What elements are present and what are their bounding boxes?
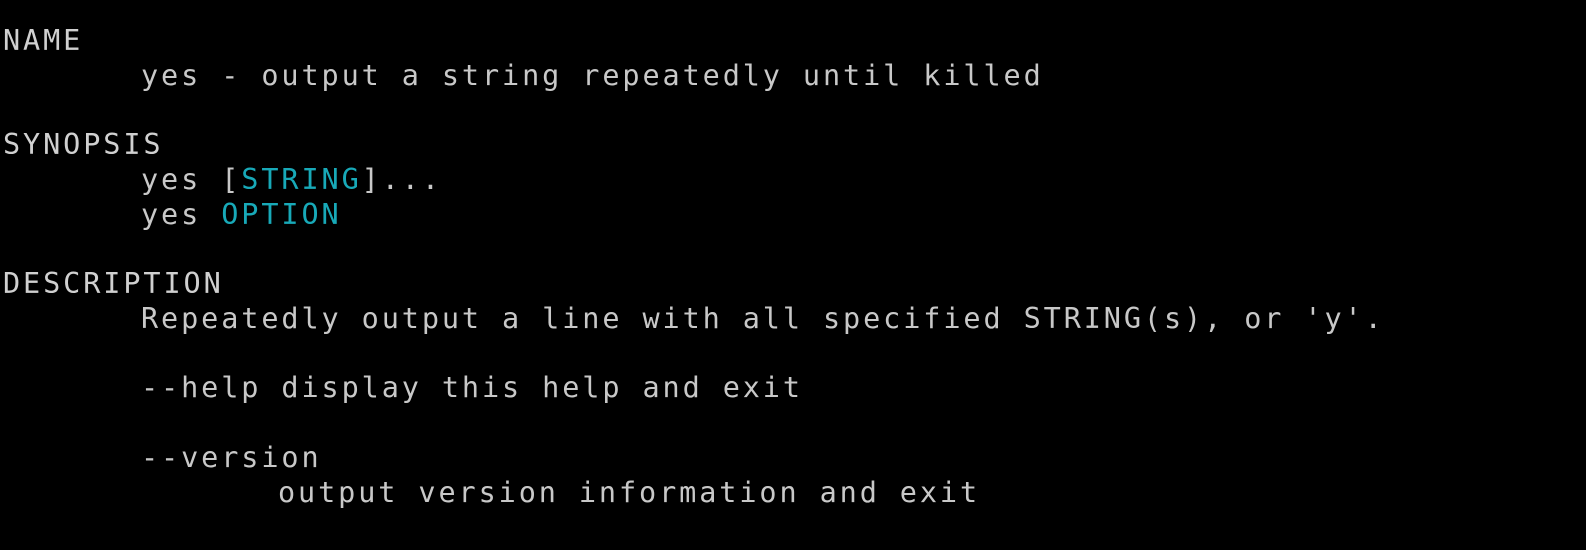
description-text: Repeatedly output a line with all specif… xyxy=(141,302,1385,335)
synopsis-string-arg: STRING xyxy=(241,163,362,196)
version-description: output version information and exit xyxy=(278,476,981,509)
synopsis-option-arg: OPTION xyxy=(221,198,342,231)
description-heading: DESCRIPTION xyxy=(3,267,224,300)
version-option: --version xyxy=(141,441,322,474)
synopsis-line-2: yes OPTION xyxy=(141,198,342,232)
synopsis-bracket-open: [ xyxy=(221,163,242,196)
synopsis-line-1: yes [STRING]... xyxy=(141,163,442,197)
help-option: --help display this help and exit xyxy=(141,371,803,404)
name-heading: NAME xyxy=(3,24,84,57)
synopsis-cmd: yes xyxy=(141,198,222,231)
name-text: yes - output a string repeatedly until k… xyxy=(141,59,1044,92)
synopsis-bracket-rest: ]... xyxy=(361,163,442,196)
terminal-window[interactable]: NAME yes - output a string repeatedly un… xyxy=(0,0,1586,550)
synopsis-cmd: yes xyxy=(141,163,222,196)
synopsis-heading: SYNOPSIS xyxy=(3,128,164,161)
